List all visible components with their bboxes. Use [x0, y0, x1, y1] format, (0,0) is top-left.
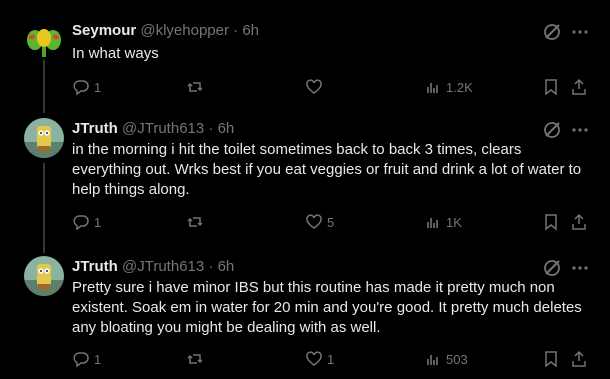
avatar[interactable]: [24, 118, 64, 158]
post-header: JTruth @JTruth613 · 6h: [72, 120, 234, 138]
bookmark-icon: [545, 351, 557, 368]
reply-button[interactable]: 1: [72, 349, 101, 369]
action-bar: 1 5 1K: [72, 212, 592, 232]
speech-bubble-icon: [73, 352, 89, 368]
author-name[interactable]: Seymour: [72, 22, 136, 39]
repost-button[interactable]: [186, 349, 208, 369]
bookmark-icon: [545, 79, 557, 96]
author-name[interactable]: JTruth: [72, 120, 118, 137]
repost-arrows-icon: [187, 82, 203, 92]
time-separator: ·: [233, 22, 239, 39]
heart-icon: [306, 214, 322, 229]
post-header: Seymour @klyehopper · 6h: [72, 22, 259, 40]
share-button[interactable]: [570, 349, 588, 369]
repost-arrows-icon: [187, 217, 203, 227]
post-text: in the morning i hit the toilet sometime…: [72, 141, 582, 198]
bar-chart-icon: [427, 355, 438, 365]
repost-button[interactable]: [186, 77, 208, 97]
author-handle[interactable]: @klyehopper: [140, 22, 229, 39]
heart-icon: [306, 351, 322, 366]
share-button[interactable]: [570, 212, 588, 232]
avatar[interactable]: [24, 256, 64, 296]
avatar[interactable]: [24, 20, 64, 60]
share-upload-icon: [572, 350, 586, 367]
action-bar: 1 1 503: [72, 349, 592, 369]
bar-chart-icon: [427, 218, 438, 228]
bookmark-button[interactable]: [542, 77, 560, 97]
post-text: In what ways: [72, 45, 159, 62]
more-dots-icon[interactable]: [570, 22, 590, 42]
share-button[interactable]: [570, 77, 588, 97]
like-count: 1: [327, 351, 335, 367]
grok-slash-icon[interactable]: [542, 258, 562, 278]
like-button[interactable]: 5: [305, 212, 334, 232]
bar-chart-icon: [427, 83, 438, 93]
repost-button[interactable]: [186, 212, 208, 232]
post-text: Pretty sure i have minor IBS but this ro…: [72, 279, 582, 336]
post-time[interactable]: 6h: [218, 120, 235, 137]
bookmark-button[interactable]: [542, 212, 560, 232]
view-count: 1K: [446, 214, 462, 230]
time-separator: ·: [208, 258, 214, 275]
like-button[interactable]: 1: [305, 349, 334, 369]
reply-button[interactable]: 1: [72, 212, 101, 232]
share-upload-icon: [572, 78, 586, 95]
like-button[interactable]: [305, 77, 327, 97]
grok-slash-icon[interactable]: [542, 120, 562, 140]
reply-count: 1: [94, 79, 102, 95]
more-dots-icon[interactable]: [570, 120, 590, 140]
like-count: 5: [327, 214, 335, 230]
more-dots-icon[interactable]: [570, 258, 590, 278]
author-handle[interactable]: @JTruth613: [122, 120, 204, 137]
views-button[interactable]: 1.2K: [424, 77, 473, 97]
views-button[interactable]: 1K: [424, 212, 462, 232]
post-seymour[interactable]: Seymour @klyehopper · 6h In what ways 1 …: [0, 20, 610, 100]
post-time[interactable]: 6h: [218, 258, 235, 275]
bookmark-icon: [545, 214, 557, 231]
reply-count: 1: [94, 351, 102, 367]
view-count: 503: [446, 351, 468, 367]
view-count: 1.2K: [446, 79, 473, 95]
author-handle[interactable]: @JTruth613: [122, 258, 204, 275]
author-name[interactable]: JTruth: [72, 258, 118, 275]
heart-icon: [306, 79, 322, 94]
post-jtruth-1[interactable]: JTruth @JTruth613 · 6h in the morning i …: [0, 118, 610, 243]
bookmark-button[interactable]: [542, 349, 560, 369]
grok-slash-icon[interactable]: [542, 22, 562, 42]
repost-arrows-icon: [187, 354, 203, 364]
time-separator: ·: [208, 120, 214, 137]
views-button[interactable]: 503: [424, 349, 468, 369]
post-jtruth-2[interactable]: JTruth @JTruth613 · 6h Pretty sure i hav…: [0, 256, 610, 376]
action-bar: 1 1.2K: [72, 77, 592, 97]
post-header: JTruth @JTruth613 · 6h: [72, 258, 234, 276]
speech-bubble-icon: [73, 215, 89, 231]
reply-button[interactable]: 1: [72, 77, 101, 97]
reply-count: 1: [94, 214, 102, 230]
speech-bubble-icon: [73, 80, 89, 96]
share-upload-icon: [572, 213, 586, 230]
post-time[interactable]: 6h: [242, 22, 259, 39]
